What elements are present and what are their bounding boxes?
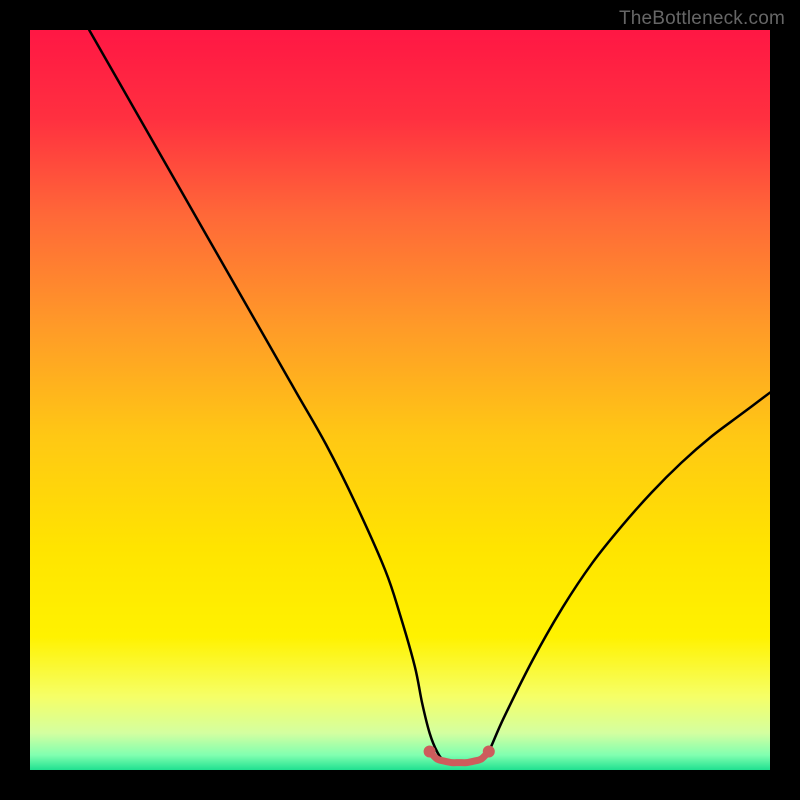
- chart-svg: [30, 30, 770, 770]
- chart-container: TheBottleneck.com: [0, 0, 800, 800]
- plot-area: [30, 30, 770, 770]
- endpoint-dot-0: [424, 746, 436, 758]
- watermark-text: TheBottleneck.com: [619, 8, 785, 30]
- gradient-background: [30, 30, 770, 770]
- endpoint-dot-1: [483, 746, 495, 758]
